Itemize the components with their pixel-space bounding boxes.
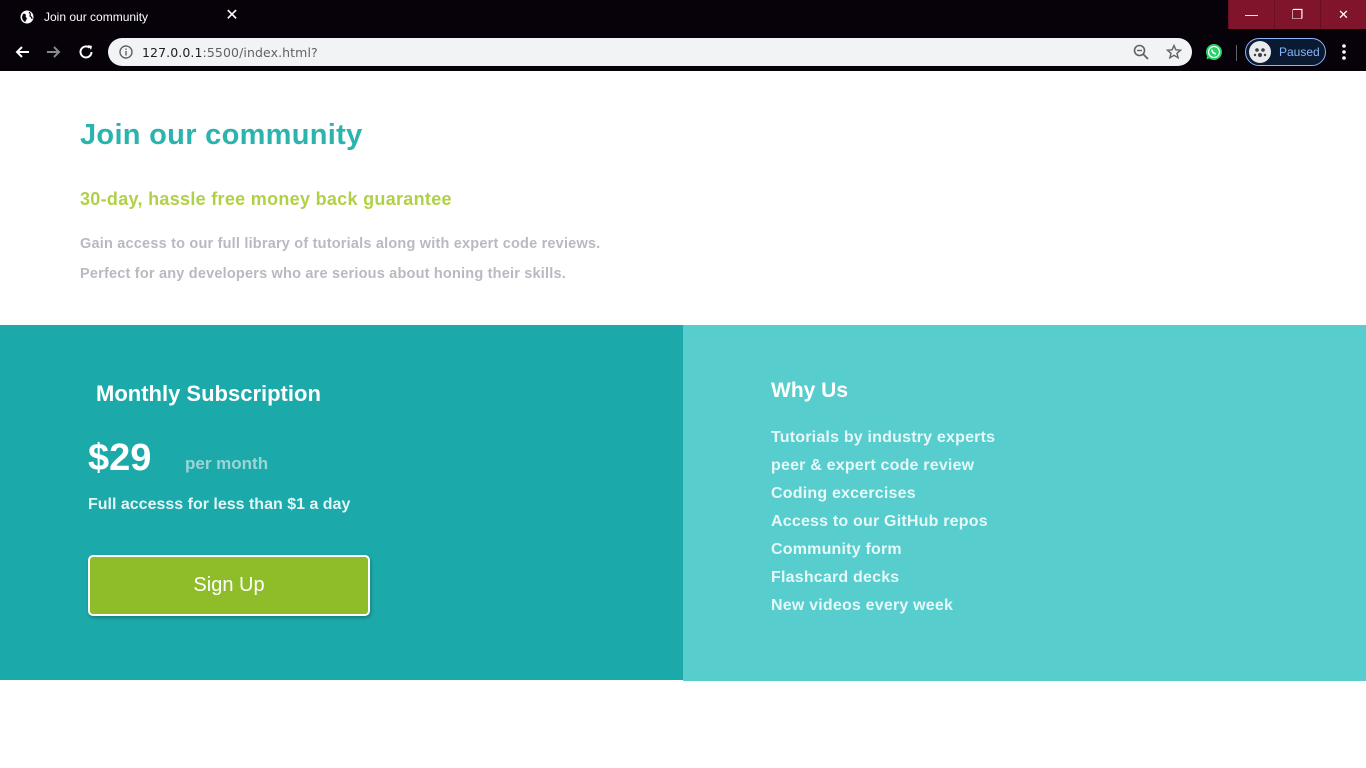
browser-toolbar: 127.0.0.1:5500/index.html? Paused [0, 33, 1366, 71]
avatar-icon [1249, 41, 1271, 63]
restore-icon[interactable]: ❐ [1274, 0, 1320, 29]
list-item: Community form [771, 541, 902, 558]
list-item: Access to our GitHub repos [771, 513, 988, 530]
address-bar[interactable]: 127.0.0.1:5500/index.html? [108, 38, 1192, 66]
whatsapp-icon[interactable] [1205, 43, 1223, 61]
tab-title: Join our community [44, 9, 149, 24]
profile-status: Paused [1279, 45, 1320, 59]
minimize-icon[interactable]: — [1228, 0, 1274, 29]
why-us-list: Tutorials by industry experts peer & exp… [771, 426, 995, 622]
list-item: New videos every week [771, 597, 954, 614]
list-item: peer & expert code review [771, 457, 975, 474]
browser-tab[interactable]: Join our community ✕ [8, 0, 248, 33]
browser-titlebar: Join our community ✕ — ❐ ✕ [0, 0, 1366, 33]
zoom-out-icon[interactable] [1133, 44, 1149, 60]
globe-icon [20, 10, 34, 23]
url-text: 127.0.0.1:5500/index.html? [142, 44, 318, 60]
why-us-panel: Why Us Tutorials by industry experts pee… [683, 325, 1366, 681]
profile-button[interactable]: Paused [1245, 38, 1326, 66]
forward-icon[interactable] [42, 40, 66, 64]
sign-up-button[interactable]: Sign Up [88, 555, 370, 616]
subscription-title: Monthly Subscription [96, 381, 321, 406]
description-line: Gain access to our full library of tutor… [80, 236, 601, 252]
why-us-title: Why Us [771, 379, 849, 402]
subscription-panel: Monthly Subscription $29 per month Full … [0, 325, 683, 680]
description-line: Perfect for any developers who are serio… [80, 266, 566, 282]
hero-description: Gain access to our full library of tutor… [80, 229, 600, 289]
reload-icon[interactable] [74, 40, 98, 64]
star-icon[interactable] [1166, 44, 1182, 60]
window-close-icon[interactable]: ✕ [1320, 0, 1366, 29]
window-controls: — ❐ ✕ [1228, 0, 1366, 29]
page-title: Join our community [80, 119, 363, 151]
price-period: per month [185, 454, 269, 473]
info-icon[interactable] [119, 45, 133, 59]
menu-dots-icon[interactable] [1336, 42, 1352, 62]
access-note: Full accesss for less than $1 a day [88, 496, 351, 513]
guarantee-subtitle: 30-day, hassle free money back guarantee [80, 189, 452, 209]
toolbar-divider [1236, 45, 1237, 61]
list-item: Coding excercises [771, 485, 916, 502]
list-item: Tutorials by industry experts [771, 429, 996, 446]
price: $29 [88, 437, 152, 479]
page-content: Join our community 30-day, hassle free m… [0, 71, 1366, 768]
back-icon[interactable] [10, 40, 34, 64]
list-item: Flashcard decks [771, 569, 900, 586]
close-icon[interactable]: ✕ [224, 8, 240, 24]
